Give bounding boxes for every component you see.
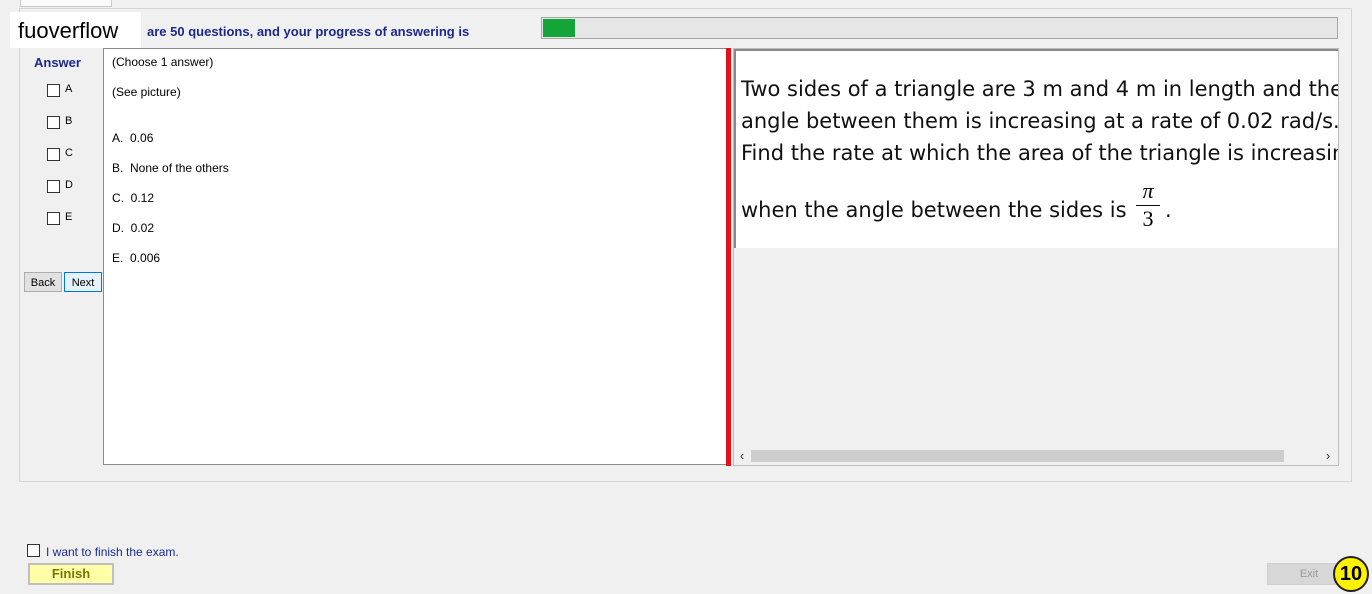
choice-text-e: 0.006 (130, 251, 161, 265)
question-panel: (Choose 1 answer) (See picture) A. 0.06 … (103, 48, 726, 465)
choice-letter-c: C. (112, 191, 124, 205)
fraction-numerator: π (1142, 178, 1154, 203)
pi-over-3-fraction: π 3 (1136, 179, 1160, 232)
choice-e: E. 0.006 (112, 251, 160, 265)
choice-letter-b: B. (112, 161, 124, 175)
answer-checkbox-a[interactable] (47, 84, 60, 97)
choice-b: B. None of the others (112, 161, 229, 175)
picture-line-1: Two sides of a triangle are 3 m and 4 m … (741, 77, 1339, 101)
panel-splitter[interactable] (726, 48, 731, 466)
progress-text: are 50 questions, and your progress of a… (147, 24, 470, 39)
choice-letter-d: D. (112, 221, 124, 235)
answer-label-e: E (65, 211, 73, 223)
question-instruction: (Choose 1 answer) (112, 55, 214, 69)
choice-a: A. 0.06 (112, 131, 153, 145)
picture-line-4: when the angle between the sides is (741, 198, 1127, 222)
answer-label-c: C (65, 147, 73, 159)
answer-label-a: A (65, 83, 73, 95)
choice-text-c: 0.12 (130, 191, 155, 205)
answer-label-d: D (65, 179, 73, 191)
choice-c: C. 0.12 (112, 191, 154, 205)
logo: fuoverflow (10, 12, 141, 48)
scrollbar-thumb[interactable] (751, 450, 1284, 462)
answer-checkbox-d[interactable] (47, 180, 60, 193)
answer-checkbox-b[interactable] (47, 116, 60, 129)
horizontal-scrollbar[interactable]: ‹ › (734, 447, 1338, 465)
top-tab[interactable] (20, 0, 112, 7)
fraction-denominator: 3 (1142, 206, 1154, 231)
question-picture: Two sides of a triangle are 3 m and 4 m … (734, 49, 1339, 248)
finish-exam-label: I want to finish the exam. (46, 545, 179, 559)
timer-badge: 10 (1333, 556, 1369, 592)
answer-title: Answer (34, 55, 81, 70)
choice-text-b: None of the others (130, 161, 229, 175)
choice-letter-e: E. (112, 251, 124, 265)
answer-checkbox-c[interactable] (47, 148, 60, 161)
finish-button[interactable]: Finish (28, 563, 114, 585)
picture-line-2: angle between them is increasing at a ra… (741, 109, 1339, 133)
next-button[interactable]: Next (64, 272, 102, 292)
progress-bar (541, 17, 1338, 39)
picture-period: . (1165, 198, 1172, 222)
choice-letter-a: A. (112, 131, 124, 145)
scroll-right-icon[interactable]: › (1320, 447, 1336, 465)
question-picture-note: (See picture) (112, 85, 181, 99)
scroll-left-icon[interactable]: ‹ (734, 447, 750, 465)
finish-exam-checkbox[interactable] (27, 544, 40, 557)
picture-line-3: Find the rate at which the area of the t… (741, 141, 1339, 165)
choice-text-a: 0.06 (130, 131, 154, 145)
choice-d: D. 0.02 (112, 221, 154, 235)
back-button[interactable]: Back (24, 272, 62, 292)
choice-text-d: 0.02 (130, 221, 155, 235)
picture-panel: Two sides of a triangle are 3 m and 4 m … (733, 48, 1339, 466)
answer-label-b: B (65, 115, 73, 127)
answer-checkbox-e[interactable] (47, 212, 60, 225)
progress-bar-fill (543, 19, 575, 37)
